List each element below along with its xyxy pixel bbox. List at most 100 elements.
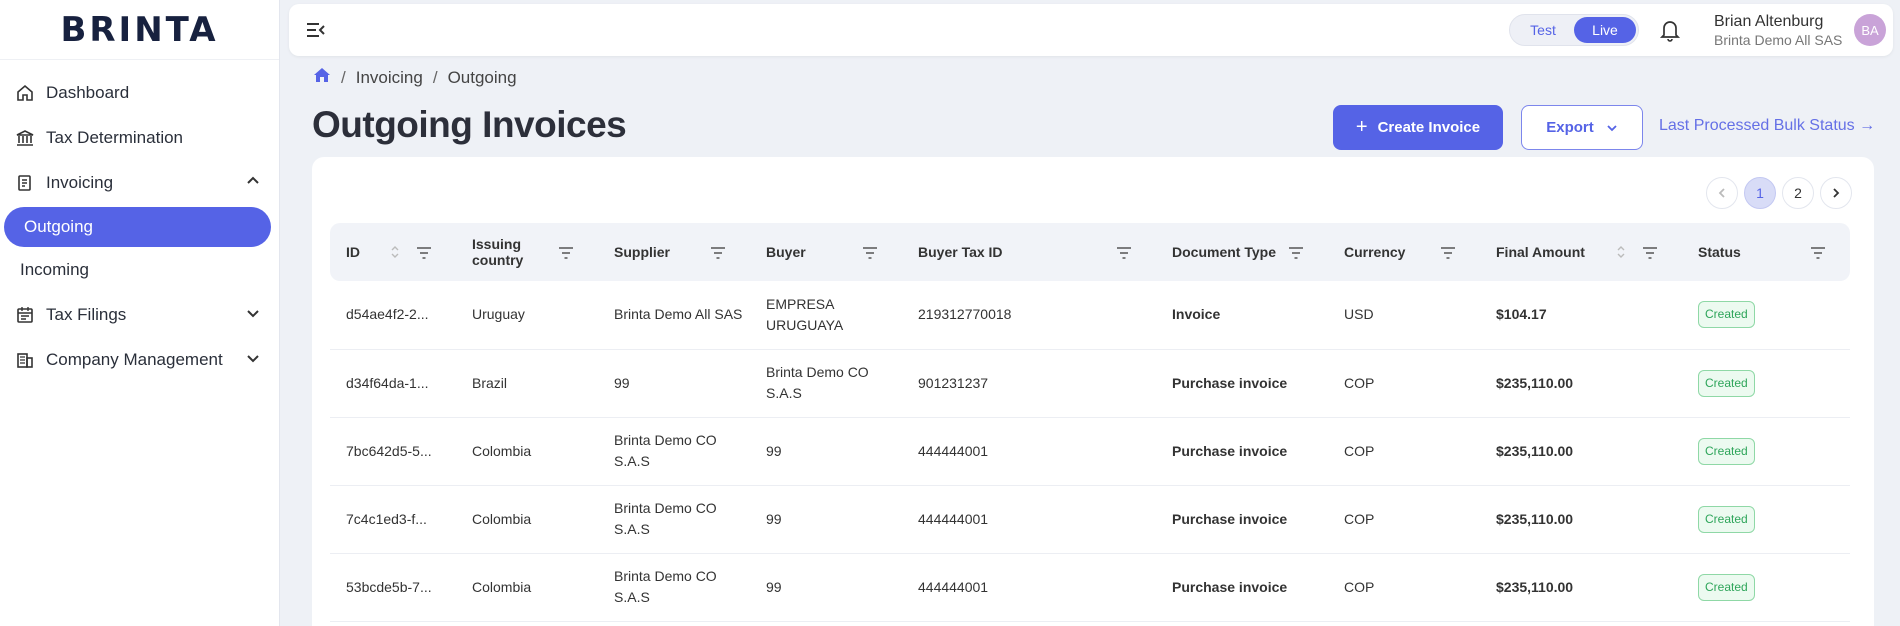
cell-country: Brazil [456, 349, 598, 418]
filter-icon[interactable] [416, 246, 432, 259]
invoice-icon [14, 172, 36, 194]
cell-id[interactable]: d54ae4f2-2... [330, 281, 456, 350]
column-header-buyer[interactable]: Buyer [750, 223, 902, 281]
breadcrumb-outgoing: Outgoing [447, 67, 517, 87]
cell-id[interactable]: d34f64da-1... [330, 349, 456, 418]
table-row[interactable]: 53bcde5b-7... Colombia Brinta Demo CO S.… [330, 553, 1850, 622]
column-label: Buyer Tax ID [918, 244, 1003, 260]
cell-amount: $235,110.00 [1480, 553, 1682, 622]
prev-page-button[interactable] [1706, 177, 1738, 209]
column-header-id[interactable]: ID [330, 223, 456, 281]
column-header-document-type[interactable]: Document Type [1156, 223, 1328, 281]
building-icon [14, 349, 36, 371]
cell-doc-type: Purchase invoice [1156, 553, 1328, 622]
sidebar-item-tax-filings[interactable]: Tax Filings [0, 292, 279, 337]
breadcrumb-separator: / [432, 67, 438, 87]
sort-icon[interactable] [390, 244, 400, 260]
filter-icon[interactable] [710, 246, 726, 259]
column-label: Status [1698, 244, 1741, 260]
table-header-row: ID Issuing country Supplier Buyer Buyer … [330, 223, 1850, 281]
create-invoice-button[interactable]: + Create Invoice [1333, 105, 1503, 150]
table-row[interactable]: d34f64da-1... Brazil 99 Brinta Demo CO S… [330, 349, 1850, 418]
sidebar-item-label: Invoicing [46, 172, 114, 192]
calendar-icon [14, 304, 36, 326]
column-label: Issuing country [472, 236, 524, 268]
cell-id[interactable]: 7c4c1ed3-f... [330, 485, 456, 554]
next-page-button[interactable] [1820, 177, 1852, 209]
breadcrumb-invoicing[interactable]: Invoicing [356, 68, 423, 88]
sidebar-item-dashboard[interactable]: Dashboard [0, 70, 279, 115]
cell-status: Created [1682, 553, 1850, 622]
column-label: Document Type [1172, 244, 1276, 260]
cell-amount: $235,110.00 [1480, 349, 1682, 418]
column-header-currency[interactable]: Currency [1328, 223, 1480, 281]
sidebar-item-outgoing[interactable]: Outgoing [4, 207, 271, 247]
sidebar-item-label: Company Management [46, 349, 223, 369]
status-badge: Created [1698, 437, 1755, 465]
cell-buyer: 99 [750, 485, 902, 554]
column-label: Buyer [766, 244, 806, 260]
table-row[interactable]: 7c4c1ed3-f... Colombia Brinta Demo CO S.… [330, 485, 1850, 554]
create-invoice-label: Create Invoice [1377, 119, 1481, 136]
env-live-option[interactable]: Live [1574, 17, 1636, 43]
sidebar-item-invoicing[interactable]: Invoicing [0, 160, 279, 205]
cell-doc-type: Invoice [1156, 281, 1328, 350]
column-header-final-amount[interactable]: Final Amount [1480, 223, 1682, 281]
status-badge: Created [1698, 573, 1755, 601]
filter-icon[interactable] [862, 246, 878, 259]
sidebar-item-company-management[interactable]: Company Management [0, 337, 279, 382]
cell-supplier: Brinta Demo All SAS [598, 281, 750, 350]
page-2-button[interactable]: 2 [1782, 177, 1814, 209]
cell-id[interactable]: 7bc642d5-5... [330, 417, 456, 486]
brinta-logo[interactable]: BRINTA [0, 0, 279, 60]
cell-doc-type: Purchase invoice [1156, 417, 1328, 486]
sidebar: BRINTA Dashboard Tax Determination Invoi… [0, 0, 280, 626]
cell-currency: COP [1328, 417, 1480, 486]
filter-icon[interactable] [1642, 246, 1658, 259]
last-bulk-status-link[interactable]: Last Processed Bulk Status → [1659, 117, 1875, 135]
page-1-button[interactable]: 1 [1744, 177, 1776, 209]
chevron-down-icon [245, 350, 261, 366]
chevron-up-icon [245, 173, 261, 189]
env-test-option[interactable]: Test [1512, 17, 1574, 43]
table-row[interactable]: 7bc642d5-5... Colombia Brinta Demo CO S.… [330, 417, 1850, 486]
page-title: Outgoing Invoices [312, 104, 627, 145]
cell-status: Created [1682, 281, 1850, 350]
cell-tax-id: 219312770018 [902, 281, 1156, 350]
column-header-status[interactable]: Status [1682, 223, 1850, 281]
cell-buyer: 99 [750, 417, 902, 486]
cell-id[interactable]: 53bcde5b-7... [330, 553, 456, 622]
column-header-issuing-country[interactable]: Issuing country [456, 223, 598, 281]
filter-icon[interactable] [1288, 246, 1304, 259]
chevron-down-icon [245, 305, 261, 321]
breadcrumb: / Invoicing / Outgoing [313, 67, 517, 88]
filter-icon[interactable] [558, 246, 574, 259]
cell-doc-type: Purchase invoice [1156, 485, 1328, 554]
cell-status: Created [1682, 485, 1850, 554]
collapse-menu-icon[interactable] [305, 20, 327, 40]
breadcrumb-separator: / [341, 67, 346, 87]
sidebar-item-tax-determination[interactable]: Tax Determination [0, 115, 279, 160]
sort-icon[interactable] [1616, 244, 1626, 260]
notification-bell-icon[interactable] [1659, 18, 1681, 42]
cell-currency: COP [1328, 553, 1480, 622]
cell-status: Created [1682, 417, 1850, 486]
filter-icon[interactable] [1116, 246, 1132, 259]
filter-icon[interactable] [1810, 246, 1826, 259]
status-badge: Created [1698, 369, 1755, 397]
cell-currency: COP [1328, 349, 1480, 418]
column-header-buyer-tax-id[interactable]: Buyer Tax ID [902, 223, 1156, 281]
cell-amount: $235,110.00 [1480, 417, 1682, 486]
bank-icon [14, 127, 36, 149]
sidebar-nav: Dashboard Tax Determination Invoicing Ou… [0, 60, 279, 382]
avatar[interactable]: BA [1854, 14, 1886, 46]
export-button[interactable]: Export [1521, 105, 1643, 150]
status-badge: Created [1698, 505, 1755, 533]
home-icon[interactable] [313, 67, 331, 88]
environment-toggle[interactable]: Test Live [1509, 14, 1639, 46]
column-header-supplier[interactable]: Supplier [598, 223, 750, 281]
filter-icon[interactable] [1440, 246, 1456, 259]
sidebar-item-incoming[interactable]: Incoming [0, 247, 279, 292]
cell-status: Created [1682, 349, 1850, 418]
table-row[interactable]: d54ae4f2-2... Uruguay Brinta Demo All SA… [330, 281, 1850, 350]
